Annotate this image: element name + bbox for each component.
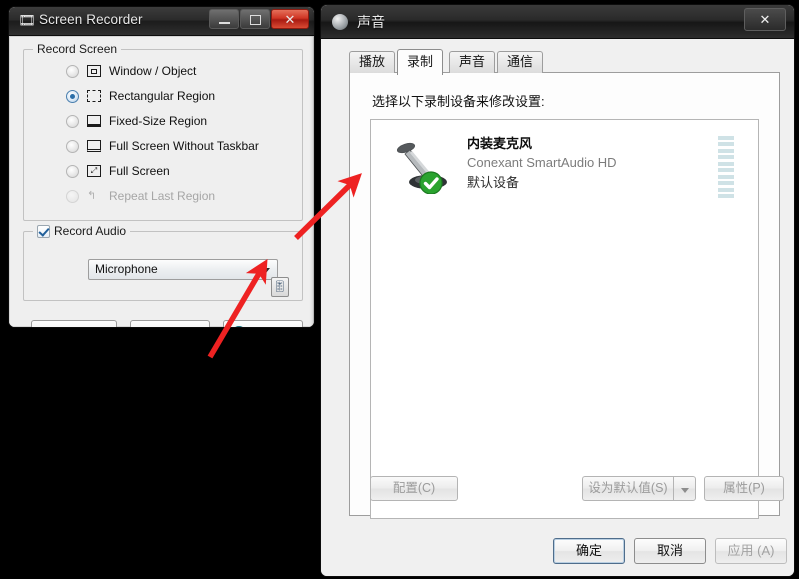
option-fixed-size-region[interactable]: Fixed-Size Region <box>66 109 207 133</box>
tab-playback[interactable]: 播放 <box>349 51 396 73</box>
radio-repeat-last-region <box>66 189 79 203</box>
ok-button[interactable]: 确定 <box>553 538 625 564</box>
device-driver: Conexant SmartAudio HD <box>467 155 617 170</box>
sound-dialog-window: 声音 ✕ 播放 录制 声音 通信 选择以下录制设备来修改设置: 内装麦克风 Co… <box>320 4 795 577</box>
record-dot-icon <box>46 328 57 329</box>
option-full-screen-without-taskbar[interactable]: Full Screen Without Taskbar <box>66 134 259 158</box>
list-item[interactable]: 内装麦克风 Conexant SmartAudio HD 默认设备 <box>377 128 752 208</box>
apply-button[interactable]: 应用 (A) <box>715 538 787 564</box>
sound-icon <box>332 14 348 30</box>
sound-dialog-titlebar[interactable]: 声音 ✕ <box>321 5 794 39</box>
options-button[interactable]: Options <box>223 320 303 327</box>
record-button[interactable]: Record <box>31 320 117 329</box>
level-segment <box>718 187 734 192</box>
audio-properties-icon: 🎚 <box>273 281 287 293</box>
set-default-dropdown-button[interactable] <box>673 476 696 501</box>
tab-sounds[interactable]: 声音 <box>449 51 496 73</box>
record-audio-group-header[interactable]: Record Audio <box>33 224 131 238</box>
tab-communications[interactable]: 通信 <box>497 51 544 73</box>
level-segment <box>718 136 734 140</box>
option-label: Rectangular Region <box>109 89 216 103</box>
chevron-down-icon <box>680 488 689 493</box>
minimize-icon <box>218 22 230 25</box>
screen-recorder-body: Record Screen Window / Object Rectangula… <box>9 36 314 327</box>
audio-source-value: Microphone <box>95 262 158 276</box>
pane-hint-text: 选择以下录制设备来修改设置: <box>372 94 545 109</box>
edit-button-label: Edit <box>171 326 192 327</box>
repeat-icon: ↰ <box>87 190 97 202</box>
level-segment <box>718 142 734 147</box>
full-screen-no-taskbar-icon <box>87 140 101 152</box>
set-default-button[interactable]: 设为默认值(S) <box>582 476 673 501</box>
option-full-screen[interactable]: ⤢ Full Screen <box>66 159 170 183</box>
option-label: Window / Object <box>109 64 197 78</box>
close-button[interactable]: ✕ <box>271 9 309 29</box>
film-strip-icon: 🎞 <box>18 12 36 28</box>
option-label: Repeat Last Region <box>109 189 216 203</box>
option-label: Full Screen <box>109 164 170 178</box>
record-audio-checkbox[interactable] <box>37 224 50 238</box>
level-segment <box>718 161 734 166</box>
gear-icon <box>231 326 246 327</box>
minimize-button[interactable] <box>209 9 239 29</box>
window-title: Screen Recorder <box>39 12 143 27</box>
option-label: Fixed-Size Region <box>109 114 208 128</box>
configure-button[interactable]: 配置(C) <box>370 476 458 501</box>
level-segment <box>718 193 734 198</box>
option-repeat-last-region: ↰ Repeat Last Region <box>66 184 215 208</box>
audio-source-select[interactable]: Microphone <box>88 259 278 280</box>
level-segment <box>718 174 734 179</box>
level-segment <box>718 168 734 173</box>
sound-dialog-title: 声音 <box>357 14 385 30</box>
recording-tab-pane: 选择以下录制设备来修改设置: 内装麦克风 Conexant SmartAudio… <box>349 73 784 519</box>
level-segment <box>718 181 734 186</box>
radio-full-screen[interactable] <box>66 164 79 178</box>
audio-properties-button[interactable]: 🎚 <box>271 277 289 297</box>
tabstrip: 播放 录制 声音 通信 <box>349 49 780 75</box>
radio-fixed-size-region[interactable] <box>66 114 79 128</box>
full-screen-icon: ⤢ <box>87 165 101 177</box>
desk-microphone-icon <box>396 142 447 194</box>
radio-rectangular-region[interactable] <box>66 89 79 103</box>
device-name: 内装麦克风 <box>467 136 533 151</box>
maximize-button[interactable] <box>240 9 270 29</box>
properties-button[interactable]: 属性(P) <box>704 476 784 501</box>
option-label: Full Screen Without Taskbar <box>109 139 259 153</box>
record-screen-group-label: Record Screen <box>33 42 122 56</box>
options-button-label: Options <box>253 326 294 327</box>
device-text-block: 内装麦克风 Conexant SmartAudio HD 默认设备 <box>467 134 617 193</box>
level-segment <box>718 148 734 153</box>
rectangular-region-icon <box>87 90 101 102</box>
screen-recorder-window: 🎞 Screen Recorder ✕ Record Screen Window… <box>8 6 315 328</box>
level-segment <box>718 155 734 160</box>
maximize-icon <box>249 15 261 26</box>
chevron-down-icon <box>262 268 270 273</box>
folder-play-icon <box>149 327 164 328</box>
record-audio-label: Record Audio <box>54 224 127 238</box>
tab-recording[interactable]: 录制 <box>397 49 444 75</box>
screen-recorder-titlebar[interactable]: 🎞 Screen Recorder ✕ <box>9 7 314 36</box>
edit-button[interactable]: Edit <box>130 320 210 328</box>
option-window-object[interactable]: Window / Object <box>66 59 196 83</box>
device-status: 默认设备 <box>467 175 520 190</box>
window-object-icon <box>87 65 101 77</box>
sound-dialog-body: 播放 录制 声音 通信 选择以下录制设备来修改设置: 内装麦克风 Conexan… <box>321 39 794 576</box>
cancel-button[interactable]: 取消 <box>634 538 706 564</box>
option-rectangular-region[interactable]: Rectangular Region <box>66 84 215 108</box>
recording-device-list[interactable]: 内装麦克风 Conexant SmartAudio HD 默认设备 <box>370 119 759 519</box>
record-button-label: Record <box>64 326 103 327</box>
fixed-size-region-icon <box>87 115 101 127</box>
device-level-meter <box>718 136 734 198</box>
radio-window-object[interactable] <box>66 64 79 78</box>
sound-dialog-close-button[interactable]: ✕ <box>744 8 786 31</box>
radio-full-screen-without-taskbar[interactable] <box>66 139 79 153</box>
